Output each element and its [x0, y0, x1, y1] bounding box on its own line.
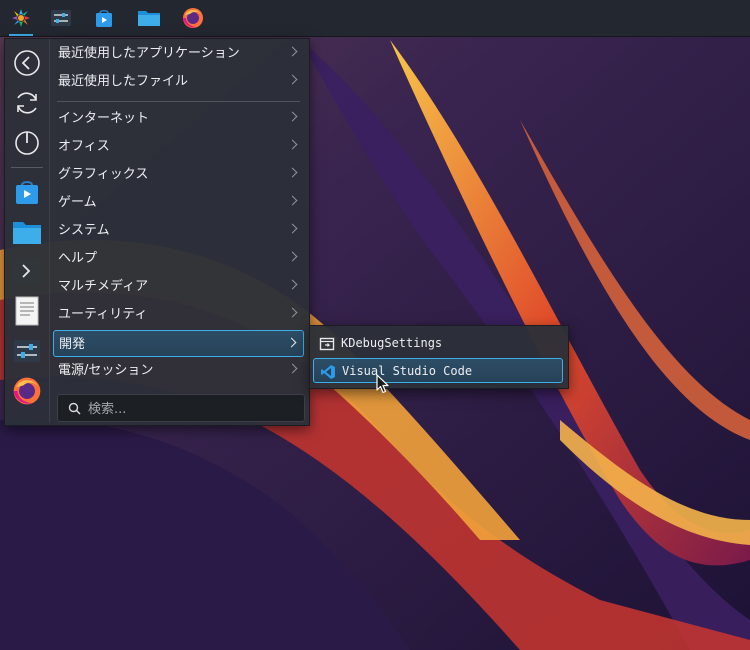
discover-store-icon	[16, 181, 38, 204]
category-development[interactable]: 開発	[53, 330, 304, 357]
top-panel	[0, 0, 750, 37]
system-settings-icon	[51, 10, 71, 26]
system-settings-task[interactable]	[47, 4, 75, 32]
firefox-icon	[13, 377, 41, 405]
chevron-right-icon	[286, 337, 297, 348]
category-power-session[interactable]: 電源/セッション	[53, 357, 304, 384]
submenu-item-label: KDebugSettings	[341, 336, 443, 350]
favorite-dolphin[interactable]	[11, 216, 43, 248]
category-games[interactable]: ゲーム	[53, 189, 304, 216]
discover-task[interactable]	[90, 4, 118, 32]
favorite-system-settings[interactable]	[11, 335, 43, 367]
dolphin-folder-icon	[138, 11, 160, 26]
category-label: 電源/セッション	[58, 363, 154, 378]
kde-launcher-button[interactable]	[7, 4, 35, 36]
category-internet[interactable]: インターネット	[53, 105, 304, 132]
mouse-cursor-icon	[376, 374, 389, 394]
submenu-item-vscode[interactable]: Visual Studio Code	[313, 358, 563, 383]
submenu-item-kdebugsettings[interactable]: KDebugSettings	[313, 331, 563, 356]
chevron-right-icon	[287, 251, 298, 262]
vscode-icon	[321, 365, 335, 379]
firefox-task[interactable]	[179, 4, 207, 32]
category-label: システム	[58, 223, 110, 238]
category-label: オフィス	[58, 139, 110, 154]
chevron-right-icon	[287, 46, 298, 57]
chevron-right-icon	[287, 167, 298, 178]
folder-icon	[13, 222, 41, 244]
submenu-item-label: Visual Studio Code	[342, 364, 473, 378]
favorite-kate[interactable]	[11, 295, 43, 327]
category-multimedia[interactable]: マルチメディア	[53, 273, 304, 300]
search-input[interactable]	[86, 399, 300, 419]
kdebugsettings-icon	[319, 337, 335, 351]
chevron-right-icon	[287, 74, 298, 85]
search-icon	[68, 402, 81, 415]
category-label: ヘルプ	[58, 251, 98, 266]
text-editor-icon	[15, 296, 39, 326]
category-label: 開発	[59, 337, 86, 352]
category-label: 最近使用したアプリケーション	[58, 46, 240, 61]
chevron-right-icon	[287, 223, 298, 234]
terminal-icon	[14, 258, 40, 284]
shutdown-button[interactable]	[11, 126, 43, 158]
favorite-discover[interactable]	[11, 176, 43, 208]
category-utilities[interactable]: ユーティリティ	[53, 301, 304, 328]
firefox-icon	[183, 8, 203, 28]
chevron-right-icon	[287, 307, 298, 318]
kde-launcher-icon	[12, 9, 30, 27]
chevron-right-icon	[287, 279, 298, 290]
refresh-icon	[17, 92, 37, 114]
application-launcher-menu: 最近使用したアプリケーション 最近使用したファイル インターネット オフィス グ…	[4, 38, 310, 426]
chevron-right-icon	[287, 139, 298, 150]
system-settings-icon	[14, 340, 40, 362]
favorite-konsole[interactable]	[11, 255, 43, 287]
category-label: ユーティリティ	[58, 307, 148, 322]
category-help[interactable]: ヘルプ	[53, 245, 304, 272]
category-recent-files[interactable]: 最近使用したファイル	[53, 68, 304, 95]
search-box[interactable]	[57, 394, 305, 422]
dolphin-task[interactable]	[135, 4, 163, 32]
chevron-right-icon	[287, 111, 298, 122]
chevron-right-icon	[287, 363, 298, 374]
power-icon	[15, 131, 39, 155]
back-button[interactable]	[11, 47, 43, 79]
restart-button[interactable]	[11, 87, 43, 119]
category-graphics[interactable]: グラフィックス	[53, 161, 304, 188]
category-label: グラフィックス	[58, 167, 149, 182]
development-submenu: KDebugSettings Visual Studio Code	[309, 325, 569, 389]
category-recent-apps[interactable]: 最近使用したアプリケーション	[53, 40, 304, 67]
chevron-right-icon	[287, 195, 298, 206]
category-separator	[57, 101, 300, 102]
category-label: 最近使用したファイル	[58, 74, 189, 89]
favorites-separator	[11, 167, 43, 168]
back-arrow-icon	[14, 50, 40, 76]
category-label: マルチメディア	[58, 279, 149, 294]
category-office[interactable]: オフィス	[53, 133, 304, 160]
favorites-bar	[5, 39, 50, 423]
category-label: ゲーム	[58, 195, 97, 210]
discover-store-icon	[96, 9, 112, 27]
category-system[interactable]: システム	[53, 217, 304, 244]
category-label: インターネット	[58, 111, 150, 126]
favorite-firefox[interactable]	[11, 375, 43, 407]
category-list: 最近使用したアプリケーション 最近使用したファイル インターネット オフィス グ…	[53, 39, 307, 423]
